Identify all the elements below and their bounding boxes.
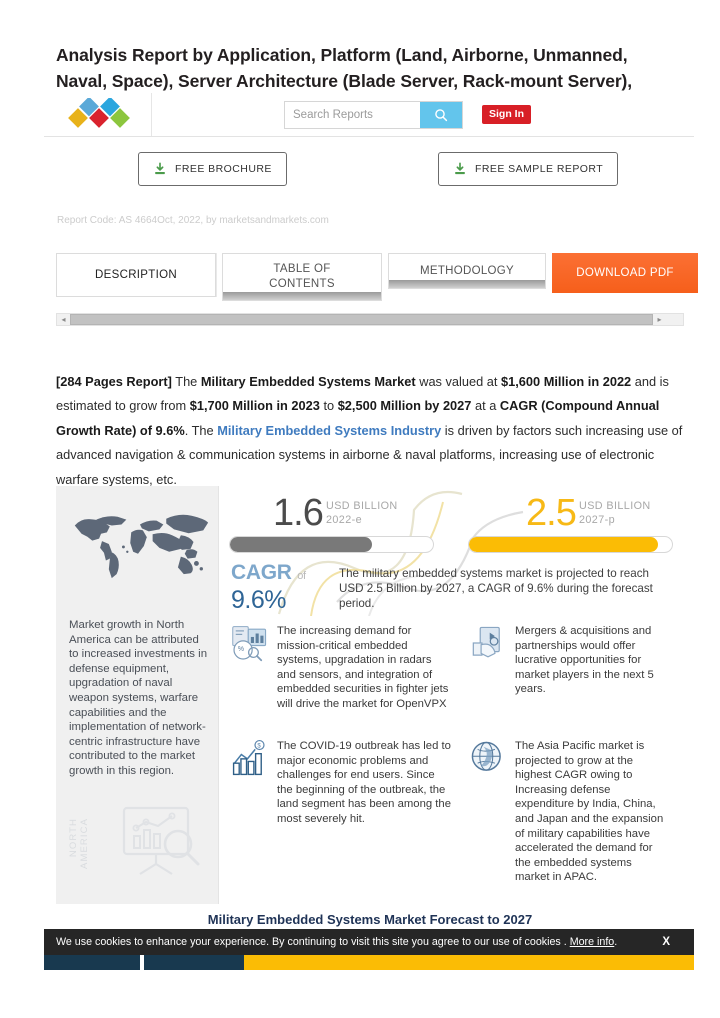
bar-segment-navy-1 [44, 954, 140, 970]
fact-text: The COVID-19 outbreak has led to major e… [277, 740, 451, 825]
tab-table-of-contents-label: TABLE OF CONTENTS [269, 263, 335, 290]
value-2022: $1,600 Million in 2022 [501, 374, 632, 389]
progress-bar-2022 [229, 536, 434, 553]
download-icon [155, 162, 165, 175]
marketsandmarkets-logo-icon [67, 97, 130, 128]
north-america-text: Market growth in North America can be at… [69, 619, 208, 777]
metric-value-2022: 1.6 [273, 492, 324, 534]
report-analytics-icon: % [232, 626, 267, 662]
fact-item: $ The COVID-19 outbreak has led to major… [231, 739, 453, 827]
intro-t6: . The [184, 422, 218, 438]
site-header: Sign In [44, 93, 694, 137]
horizontal-scrollbar[interactable]: ◂ ▸ [56, 313, 684, 326]
fact-text: Mergers & acquisitions and partnerships … [515, 625, 654, 696]
metric-value-2027: 2.5 [526, 492, 577, 534]
pages-badge: [284 Pages Report] [56, 374, 172, 389]
bar-segment-gold [244, 954, 694, 970]
cagr-of: of [297, 570, 306, 582]
cookie-period: . [614, 936, 618, 948]
scroll-left-arrow-icon[interactable]: ◂ [57, 314, 70, 325]
value-2027: $2,500 Million by 2027 [337, 398, 472, 414]
value-2023: $1,700 Million in 2023 [189, 398, 320, 414]
market-name: Military Embedded Systems Market [200, 374, 416, 389]
search-box[interactable] [284, 100, 463, 129]
intro-paragraph: [284 Pages Report] The Military Embedded… [56, 370, 684, 492]
download-pdf-button[interactable]: DOWNLOAD PDF [552, 253, 698, 293]
tab-underline [223, 292, 381, 300]
intro-t5: at a [471, 398, 500, 414]
progress-bar-2027-fill [469, 537, 658, 552]
fact-text: The increasing demand for mission-critic… [277, 625, 449, 710]
cta-row: FREE BROCHURE FREE SAMPLE REPORT [138, 152, 678, 188]
infographic: Market growth in North America can be at… [56, 486, 684, 904]
report-page: Analysis Report by Application, Platform… [0, 0, 720, 1018]
projection-text: The military embedded systems market is … [339, 567, 653, 610]
scrollbar-thumb[interactable] [70, 314, 653, 325]
metric-year-2027: 2027-p [579, 513, 616, 526]
progress-bar-2022-fill [230, 537, 373, 552]
metric-year-2022: 2022-e [326, 513, 363, 526]
infographic-left-column: Market growth in North America can be at… [56, 486, 219, 904]
cookie-more-info-link[interactable]: More info [570, 936, 615, 948]
industry-link[interactable]: Military Embedded Systems Industry [217, 423, 441, 438]
free-brochure-label: FREE BROCHURE [175, 163, 272, 175]
handshake-document-icon [472, 626, 500, 658]
north-america-vertical-label: NORTH AMERICA [68, 818, 90, 869]
globe-icon [471, 741, 501, 771]
world-map-icon [74, 514, 209, 579]
cookie-message: We use cookies to enhance your experienc… [56, 936, 567, 948]
cagr-label: CAGR of [231, 562, 341, 587]
tab-description[interactable]: DESCRIPTION [56, 253, 216, 297]
cagr-word: CAGR [231, 561, 292, 584]
free-sample-report-label: FREE SAMPLE REPORT [475, 163, 604, 175]
fact-text: The Asia Pacific market is projected to … [515, 740, 664, 884]
scroll-right-arrow-icon[interactable]: ▸ [653, 314, 666, 325]
intro-t2: was valued at [415, 374, 502, 389]
tab-table-of-contents[interactable]: TABLE OF CONTENTS [222, 253, 382, 301]
svg-text:%: % [238, 646, 244, 653]
free-sample-report-button[interactable]: FREE SAMPLE REPORT [438, 152, 619, 186]
tab-methodology-label: METHODOLOGY [419, 264, 515, 277]
tab-underline [389, 280, 545, 288]
download-icon [455, 162, 465, 175]
metric-unit-2027: USD BILLION 2027-p [579, 500, 651, 527]
report-code: Report Code: AS 4664Oct, 2022, by market… [57, 215, 329, 226]
cookie-close-button[interactable]: X [652, 936, 682, 948]
page-title: Analysis Report by Application, Platform… [56, 45, 633, 91]
growth-bar-chart-icon: $ [232, 739, 265, 776]
north-america-icon-group: NORTH AMERICA [68, 804, 216, 884]
fact-item: Mergers & acquisitions and partnerships … [469, 624, 669, 697]
chart-board-magnifier-icon [122, 806, 200, 875]
intro-t4: to [319, 398, 338, 414]
metric-unit-text-2022: USD BILLION [326, 500, 398, 512]
cookie-banner: We use cookies to enhance your experienc… [44, 929, 694, 955]
fact-item: The Asia Pacific market is projected to … [469, 739, 669, 885]
search-input[interactable] [285, 101, 420, 128]
tab-bar: DESCRIPTION TABLE OF CONTENTS METHODOLOG… [56, 253, 698, 301]
logo[interactable] [48, 93, 152, 136]
intro-t1: The [171, 374, 201, 389]
bottom-color-bars [44, 954, 694, 970]
search-button[interactable] [420, 101, 462, 128]
fact-item: % The increasing demand for mission-crit… [231, 624, 453, 712]
metric-unit-2022: USD BILLION 2022-e [326, 500, 398, 527]
free-brochure-button[interactable]: FREE BROCHURE [138, 152, 287, 186]
cagr-block: CAGR of 9.6% [231, 562, 341, 614]
tab-methodology[interactable]: METHODOLOGY [388, 253, 546, 289]
tab-description-label: DESCRIPTION [95, 268, 177, 281]
sign-in-button[interactable]: Sign In [482, 104, 531, 125]
cookie-text: We use cookies to enhance your experienc… [56, 936, 652, 948]
progress-bar-2027 [468, 536, 673, 553]
cagr-value: 9.6% [231, 586, 286, 614]
search-icon [435, 108, 448, 121]
bar-segment-navy-2 [144, 954, 244, 970]
figure-caption: Military Embedded Systems Market Forecas… [207, 912, 533, 927]
metric-unit-text-2027: USD BILLION [579, 500, 651, 512]
infographic-right-column: 1.6 USD BILLION 2022-e 2.5 USD BILLION 2… [219, 486, 684, 904]
